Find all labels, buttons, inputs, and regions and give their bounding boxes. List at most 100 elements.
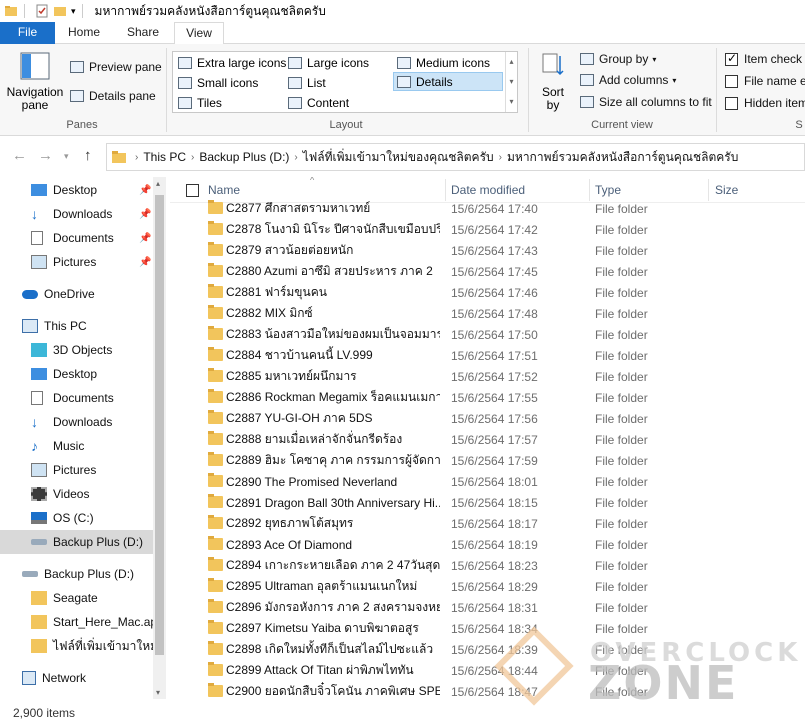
file-name[interactable]: C2883 น้องสาวมือใหม่ของผมเป็นจอมมาร [226, 325, 440, 344]
tab-file[interactable]: File [0, 22, 55, 44]
sidebar-item-documents[interactable]: Documents [0, 386, 153, 410]
file-row[interactable]: C2880 Azumi อาซึมิ สวยประหาร ภาค 2 15/6/2… [170, 261, 805, 282]
file-row[interactable]: C2896 มังกรอหังการ ภาค 2 สงครามจงหยวน 15/… [170, 597, 805, 618]
file-name[interactable]: C2897 Kimetsu Yaiba ดาบพิฆาตอสูร [226, 619, 440, 638]
file-name[interactable]: C2878 โนงามิ นิโระ ปีศาจนักสืบเขมือบปริศ… [226, 220, 440, 239]
sidebar-item-onedrive[interactable]: OneDrive [0, 282, 153, 306]
sort-by-button[interactable]: Sort by [536, 52, 570, 120]
layout-medium-icons[interactable]: Medium icons [394, 53, 490, 72]
new-folder-icon[interactable] [53, 4, 67, 18]
properties-icon[interactable] [35, 4, 49, 18]
sidebar-item-downloads-quick[interactable]: ↓ Downloads 📌 [0, 202, 153, 226]
column-header-size[interactable]: Size [715, 183, 738, 197]
file-name[interactable]: C2895 Ultraman อุลตร้าแมนเนกใหม่ [226, 577, 440, 596]
breadcrumb-current-folder[interactable]: มหากาพย์รวมคลังหนังสือการ์ตูนคุณชลิตครับ [507, 148, 738, 167]
scroll-down-icon[interactable]: ▾ [156, 688, 160, 697]
layout-list[interactable]: List [285, 73, 326, 92]
layout-large-icons[interactable]: Large icons [285, 53, 369, 72]
add-columns-button[interactable]: Add columns ▾ [580, 73, 676, 87]
file-row[interactable]: C2877 ศึกสาสตรามหาเวทย์ 15/6/2564 17:40 Fi… [170, 198, 805, 219]
navigation-pane-scrollbar[interactable]: ▴ ▾ [153, 177, 166, 699]
file-name[interactable]: C2885 มหาเวทย์ผนึกมาร [226, 367, 440, 386]
sidebar-item-start-here-mac[interactable]: Start_Here_Mac.app [0, 610, 153, 634]
size-all-columns-button[interactable]: Size all columns to fit [580, 95, 712, 109]
file-name[interactable]: C2900 ยอดนักสืบจิ๋วโคนัน ภาคพิเศษ SPECIA… [226, 682, 440, 699]
file-name[interactable]: C2882 MIX มิกซ์ [226, 304, 440, 323]
file-row[interactable]: C2887 YU-GI-OH ภาค 5DS 15/6/2564 17:56 Fil… [170, 408, 805, 429]
file-row[interactable]: C2886 Rockman Megamix ร็อคแมนเมกา... 15/6… [170, 387, 805, 408]
file-row[interactable]: C2899 Attack Of Titan ผ่าพิภพไททัน 15/6/2… [170, 660, 805, 681]
file-row[interactable]: C2884 ชาวบ้านคนนี้ LV.999 15/6/2564 17:51… [170, 345, 805, 366]
pin-icon[interactable]: 📌 [139, 185, 151, 196]
file-row[interactable]: C2898 เกิดใหม่ทั้งทีก็เป็นสไลม์ไปซะแล้ว 1… [170, 639, 805, 660]
chevron-right-icon[interactable]: › [191, 152, 194, 163]
column-header-name[interactable]: Name [208, 183, 240, 197]
file-name[interactable]: C2896 มังกรอหังการ ภาค 2 สงครามจงหยวน [226, 598, 440, 617]
layout-details[interactable]: Details [393, 72, 503, 91]
sidebar-item-music[interactable]: ♪ Music [0, 434, 153, 458]
file-row[interactable]: C2881 ฟาร์มขุนคน 15/6/2564 17:46 File fold… [170, 282, 805, 303]
file-name[interactable]: C2899 Attack Of Titan ผ่าพิภพไททัน [226, 661, 440, 680]
layout-tiles[interactable]: Tiles [175, 93, 222, 112]
sidebar-item-videos[interactable]: Videos [0, 482, 153, 506]
file-row[interactable]: C2890 The Promised Neverland 15/6/2564 18… [170, 471, 805, 492]
file-name[interactable]: C2893 Ace Of Diamond [226, 538, 440, 552]
pin-icon[interactable]: 📌 [139, 257, 151, 268]
tab-home[interactable]: Home [56, 22, 112, 44]
file-name[interactable]: C2898 เกิดใหม่ทั้งทีก็เป็นสไลม์ไปซะแล้ว [226, 640, 440, 659]
file-name[interactable]: C2889 ฮิมะ โคซาคุ ภาค กรรมการผู้จัดการ [226, 451, 440, 470]
file-row[interactable]: C2888 ยามเมื่อเหล่าจักจั่นกรีดร้อง 15/6/2… [170, 429, 805, 450]
details-pane-button[interactable]: Details pane [70, 89, 156, 103]
sidebar-item-os-c[interactable]: OS (C:) [0, 506, 153, 530]
group-by-button[interactable]: Group by ▾ [580, 52, 656, 66]
file-name[interactable]: C2886 Rockman Megamix ร็อคแมนเมกา... [226, 388, 440, 407]
up-arrow-icon[interactable]: ↑ [84, 147, 92, 164]
file-row[interactable]: C2879 สาวน้อยต่อยหนัก 15/6/2564 17:43 File… [170, 240, 805, 261]
select-all-checkbox[interactable] [186, 184, 199, 197]
scrollbar-thumb[interactable] [155, 195, 164, 655]
sidebar-item-this-pc[interactable]: This PC [0, 314, 153, 338]
column-header-date[interactable]: Date modified [451, 183, 525, 197]
address-bar[interactable]: › This PC › Backup Plus (D:) › ไฟล์ที่เพ… [106, 143, 805, 171]
preview-pane-button[interactable]: Preview pane [70, 60, 162, 74]
file-name[interactable]: C2880 Azumi อาซึมิ สวยประหาร ภาค 2 [226, 262, 440, 281]
pin-icon[interactable]: 📌 [139, 233, 151, 244]
sidebar-item-pictures-quick[interactable]: Pictures 📌 [0, 250, 153, 274]
file-name[interactable]: C2887 YU-GI-OH ภาค 5DS [226, 409, 440, 428]
file-row[interactable]: C2878 โนงามิ นิโระ ปีศาจนักสืบเขมือบปริศ… [170, 219, 805, 240]
file-row[interactable]: C2883 น้องสาวมือใหม่ของผมเป็นจอมมาร 15/6/… [170, 324, 805, 345]
scroll-up-icon[interactable]: ▴ [156, 179, 160, 188]
file-name[interactable]: C2890 The Promised Neverland [226, 475, 440, 489]
file-row[interactable]: C2897 Kimetsu Yaiba ดาบพิฆาตอสูร 15/6/256… [170, 618, 805, 639]
tab-view[interactable]: View [174, 22, 224, 45]
breadcrumb-backup-plus[interactable]: Backup Plus (D:) [199, 150, 289, 164]
breadcrumb-this-pc[interactable]: This PC [143, 150, 186, 164]
sidebar-item-desktop-quick[interactable]: Desktop 📌 [0, 178, 153, 202]
sidebar-item-network[interactable]: Network [0, 666, 153, 690]
file-row[interactable]: C2894 เกาะกระหายเลือด ภาค 2 47วันสุดท้าย… [170, 555, 805, 576]
sidebar-item-documents-quick[interactable]: Documents 📌 [0, 226, 153, 250]
tab-share[interactable]: Share [114, 22, 172, 44]
chevron-right-icon[interactable]: › [135, 152, 138, 163]
file-name[interactable]: C2894 เกาะกระหายเลือด ภาค 2 47วันสุดท้าย… [226, 556, 440, 575]
file-row[interactable]: C2895 Ultraman อุลตร้าแมนเนกใหม่ 15/6/256… [170, 576, 805, 597]
breadcrumb-new-files[interactable]: ไฟล์ที่เพิ่มเข้ามาใหม่ของคุณชลิตครับ [303, 148, 494, 167]
forward-arrow-icon[interactable]: → [38, 147, 53, 164]
item-check-boxes-toggle[interactable]: Item check b [725, 51, 805, 66]
file-name[interactable]: C2877 ศึกสาสตรามหาเวทย์ [226, 199, 440, 218]
sidebar-item-pictures[interactable]: Pictures [0, 458, 153, 482]
file-row[interactable]: C2891 Dragon Ball 30th Anniversary Hi...… [170, 492, 805, 513]
file-row[interactable]: C2892 ยุทธภาพโต้สมุทร 15/6/2564 18:17 File… [170, 513, 805, 534]
file-name[interactable]: C2879 สาวน้อยต่อยหนัก [226, 241, 440, 260]
navigation-pane-button[interactable]: Navigation pane [6, 52, 64, 120]
sidebar-item-new-files-folder[interactable]: ไฟล์ที่เพิ่มเข้ามาใหม่ของ [0, 634, 153, 658]
file-row[interactable]: C2882 MIX มิกซ์ 15/6/2564 17:48 File folde… [170, 303, 805, 324]
column-header-type[interactable]: Type [595, 183, 621, 197]
layout-content[interactable]: Content [285, 93, 349, 112]
sidebar-item-downloads[interactable]: ↓ Downloads [0, 410, 153, 434]
back-arrow-icon[interactable]: ← [12, 147, 27, 164]
pin-icon[interactable]: 📌 [139, 209, 151, 220]
file-row[interactable]: C2900 ยอดนักสืบจิ๋วโคนัน ภาคพิเศษ SPECIA… [170, 681, 805, 699]
file-row[interactable]: C2893 Ace Of Diamond 15/6/2564 18:19 File … [170, 534, 805, 555]
layout-small-icons[interactable]: Small icons [175, 73, 258, 92]
